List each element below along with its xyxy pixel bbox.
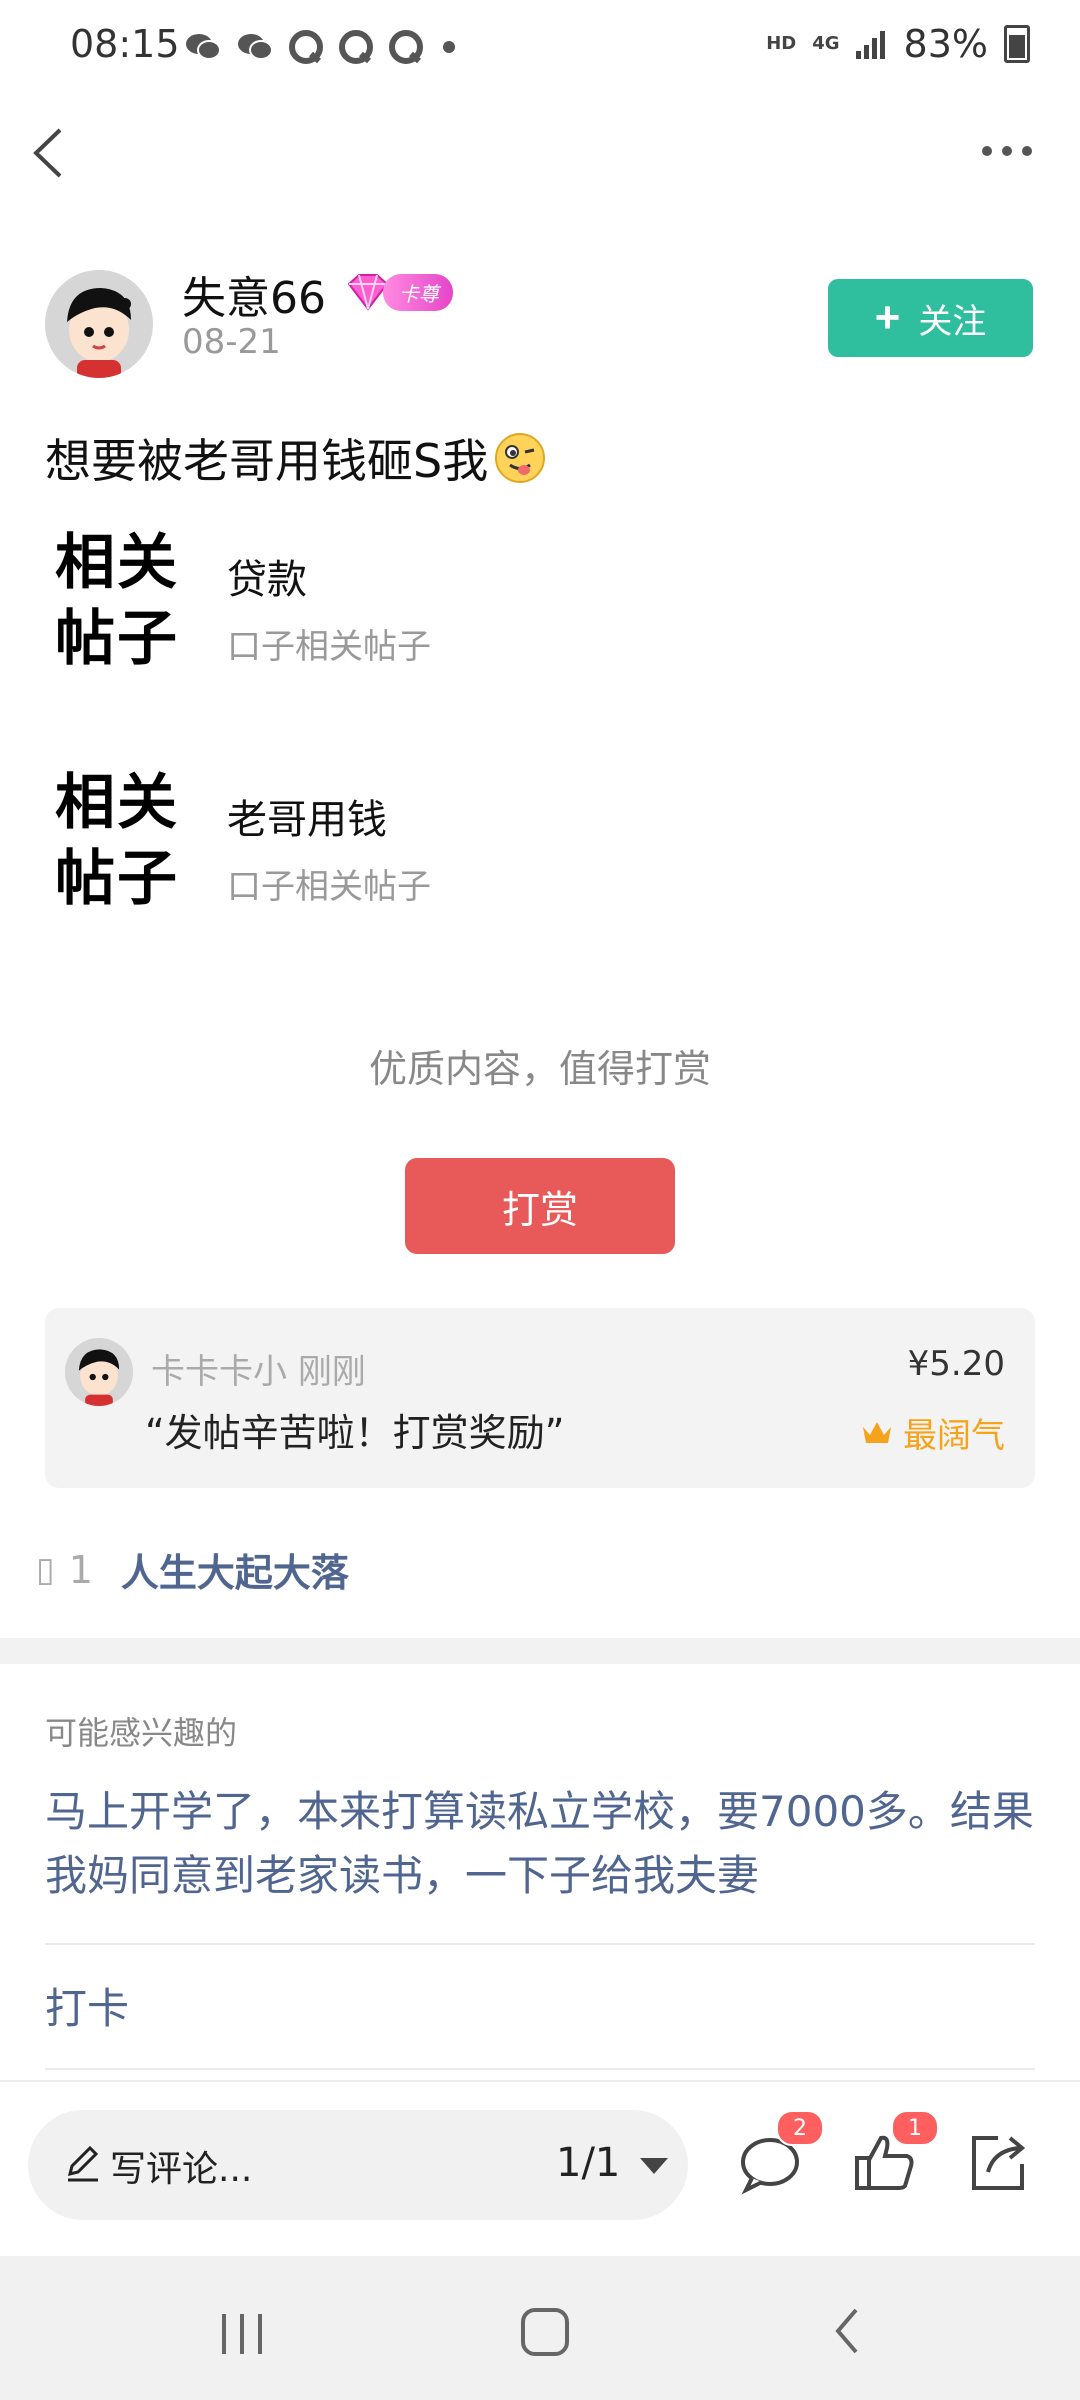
topic-icon: ▯ [36, 1549, 55, 1590]
signal-icon [855, 31, 885, 59]
reward-record-card[interactable]: 卡卡卡小 刚刚 “发帖辛苦啦！打赏奖励” ¥5.20 最阔气 [45, 1308, 1035, 1488]
system-back-button[interactable] [808, 2296, 888, 2366]
vip-tag: 卡尊 [383, 273, 453, 311]
related-post-item[interactable]: 相关 帖子 老哥用钱 口子相关帖子 [55, 765, 1055, 915]
author-name[interactable]: 失意66 [182, 262, 326, 326]
recommendation-item[interactable]: 打卡 [45, 1975, 129, 2036]
recent-apps-icon [222, 2314, 262, 2354]
rewarder-avatar[interactable] [65, 1338, 133, 1406]
recent-apps-button[interactable] [202, 2296, 282, 2366]
related-logo-line2: 帖子 [55, 844, 179, 914]
related-posts-logo: 相关 帖子 [55, 525, 185, 677]
rewarder-name: 卡卡卡小 [151, 1352, 287, 1392]
author-avatar[interactable] [45, 270, 153, 378]
status-time: 08:15 [70, 22, 180, 66]
share-button[interactable] [958, 2122, 1038, 2202]
hd-indicator: HD [766, 33, 797, 54]
pencil-icon [67, 2145, 99, 2182]
related-posts-logo: 相关 帖子 [55, 765, 185, 917]
related-logo-line1: 相关 [55, 528, 179, 598]
wechat-icon [238, 34, 273, 60]
reward-button[interactable]: 打赏 [405, 1158, 675, 1254]
cartoon-avatar-icon [65, 1338, 133, 1406]
reward-time: 刚刚 [297, 1352, 366, 1392]
related-post-item[interactable]: 相关 帖子 贷款 口子相关帖子 [55, 525, 1055, 675]
qq-icon [289, 30, 323, 64]
follow-button[interactable]: + 关注 [828, 279, 1033, 357]
related-name: 老哥用钱 [227, 797, 387, 843]
bottom-action-bar: 写评论... 1/1 2 1 [0, 2080, 1080, 2258]
comments-button[interactable]: 2 [730, 2110, 824, 2202]
chevron-left-icon [33, 128, 62, 178]
reward-rank-label: 最阔气 [903, 1416, 1005, 1456]
like-button[interactable]: 1 [845, 2110, 939, 2202]
post-title-text: 想要被老哥用钱砸S我 [45, 434, 489, 488]
tongue-emoji-icon [495, 433, 546, 483]
reward-amount: ¥5.20 [907, 1344, 1005, 1384]
related-subtitle: 口子相关帖子 [227, 627, 431, 667]
topic-count: 1 [68, 1547, 93, 1592]
reward-message: “发帖辛苦啦！打赏奖励” [145, 1411, 565, 1455]
back-button[interactable] [22, 118, 82, 188]
dot-icon [443, 41, 455, 53]
recommendations-label: 可能感兴趣的 [45, 1714, 238, 1752]
related-name: 贷款 [227, 557, 307, 603]
like-count-badge: 1 [891, 2110, 939, 2146]
follow-label: 关注 [918, 302, 987, 341]
comment-count-badge: 2 [776, 2110, 824, 2146]
list-divider [45, 1943, 1035, 1945]
more-options-button[interactable] [980, 130, 1040, 170]
home-icon [521, 2308, 569, 2356]
topic-row[interactable]: ▯ 1 人生大起大落 [36, 1542, 349, 1597]
rewarder-info: 卡卡卡小 刚刚 [151, 1344, 366, 1393]
battery-percent: 83% [903, 22, 988, 66]
reward-rank-tag: 最阔气 [861, 1408, 1005, 1457]
more-dot-icon [982, 146, 992, 156]
vip-badge: 卡尊 [345, 272, 453, 312]
more-dot-icon [1002, 146, 1012, 156]
back-arrow-icon [835, 2308, 858, 2354]
related-logo-line1: 相关 [55, 768, 179, 838]
cartoon-avatar-icon [45, 270, 153, 378]
reward-prompt: 优质内容，值得打赏 [368, 1047, 711, 1091]
post-date: 08-21 [182, 322, 281, 362]
network-gen-indicator: 4G [812, 33, 840, 54]
wechat-icon [186, 34, 221, 60]
status-bar: 08:15 HD 4G 83% [0, 0, 1080, 100]
status-right: HD 4G 83% [766, 22, 1030, 66]
home-button[interactable] [505, 2296, 585, 2366]
more-dot-icon [1022, 146, 1032, 156]
qq-icon [339, 30, 373, 64]
recommendation-item[interactable]: 马上开学了，本来打算读私立学校，要7000多。结果我妈同意到老家读书，一下子给我… [45, 1780, 1035, 1908]
page-indicator[interactable]: 1/1 [556, 2140, 620, 2186]
qq-icon [389, 30, 423, 64]
related-subtitle: 口子相关帖子 [227, 867, 431, 907]
comment-input[interactable]: 写评论... 1/1 [28, 2110, 688, 2220]
post-title: 想要被老哥用钱砸S我 [45, 425, 546, 491]
battery-icon [1004, 25, 1030, 63]
list-divider [45, 2068, 1035, 2070]
notification-icons [185, 30, 459, 64]
section-divider [0, 1638, 1080, 1664]
plus-icon: + [874, 293, 901, 342]
topic-name[interactable]: 人生大起大落 [121, 1542, 349, 1597]
share-icon [972, 2136, 1026, 2190]
caret-down-icon[interactable] [640, 2158, 668, 2174]
related-logo-line2: 帖子 [55, 604, 179, 674]
system-navigation-bar [0, 2256, 1080, 2400]
comment-placeholder: 写评论... [110, 2149, 253, 2190]
crown-icon [863, 1421, 891, 1443]
